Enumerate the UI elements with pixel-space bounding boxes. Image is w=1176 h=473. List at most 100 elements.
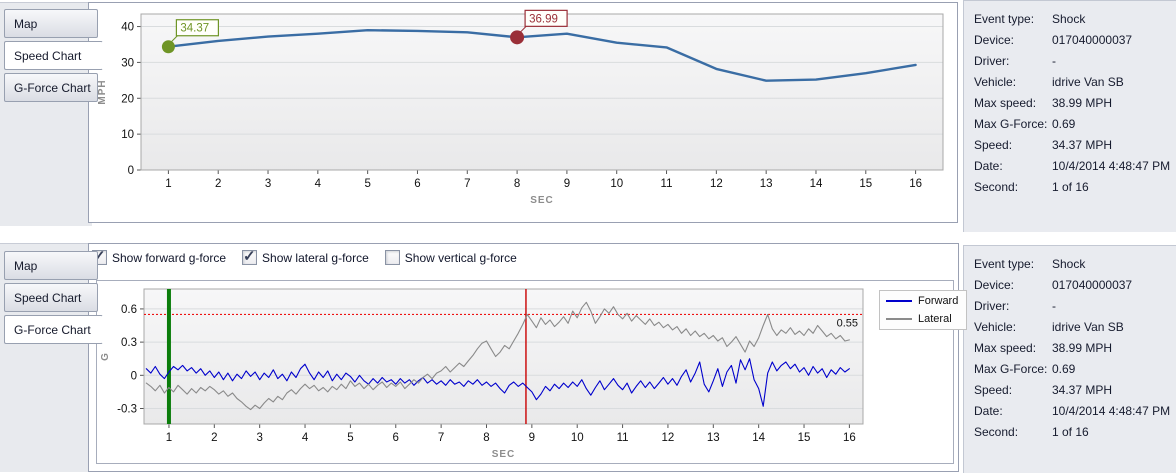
- svg-text:1: 1: [165, 178, 171, 190]
- tab-strip-top: Map Speed Chart G-Force Chart: [4, 9, 89, 105]
- checkbox-icon[interactable]: [242, 250, 257, 265]
- info-value: Shock: [1052, 254, 1085, 275]
- info-label: Driver:: [974, 51, 1052, 72]
- chart-legend: Forward Lateral: [879, 290, 967, 330]
- info-row: Speed: 34.37 MPH: [974, 135, 1176, 156]
- svg-text:8: 8: [514, 178, 520, 190]
- svg-text:0: 0: [128, 165, 134, 177]
- svg-text:6: 6: [393, 432, 399, 444]
- info-label: Event type:: [974, 254, 1052, 275]
- info-value: 38.99 MPH: [1052, 93, 1112, 114]
- gforce-checkbox-row: Show forward g-force Show lateral g-forc…: [92, 250, 517, 265]
- info-value: 34.37 MPH: [1052, 135, 1112, 156]
- info-label: Event type:: [974, 9, 1052, 30]
- svg-text:-0.3: -0.3: [117, 404, 137, 416]
- info-label: Speed:: [974, 135, 1052, 156]
- gforce-content-box: Show forward g-force Show lateral g-forc…: [88, 243, 959, 472]
- svg-text:6: 6: [414, 178, 420, 190]
- tab[interactable]: G-Force Chart: [4, 315, 103, 344]
- svg-text:14: 14: [752, 432, 765, 444]
- info-row: Event type: Shock: [974, 254, 1176, 275]
- info-row: Vehicle: idrive Van SB: [974, 317, 1176, 338]
- svg-text:2: 2: [215, 178, 221, 190]
- tab-strip-bottom: Map Speed Chart G-Force Chart: [4, 251, 89, 347]
- svg-text:14: 14: [810, 178, 823, 190]
- event-info-panel-top: Event type: Shock Device: 017040000037 D…: [963, 0, 1176, 234]
- info-label: Max G-Force:: [974, 359, 1052, 380]
- legend-line-swatch: [886, 318, 912, 320]
- info-row: Driver: -: [974, 296, 1176, 317]
- info-row: Device: 017040000037: [974, 275, 1176, 296]
- info-row: Speed: 34.37 MPH: [974, 380, 1176, 401]
- info-row: Max speed: 38.99 MPH: [974, 93, 1176, 114]
- info-value: -: [1052, 51, 1056, 72]
- gforce-visibility-checkbox[interactable]: Show vertical g-force: [385, 250, 517, 265]
- info-value: idrive Van SB: [1052, 72, 1124, 93]
- info-value: 017040000037: [1052, 30, 1132, 51]
- svg-text:0.6: 0.6: [121, 304, 137, 316]
- speed-chart-box: 0102030401234567891011121314151634.3736.…: [88, 2, 958, 223]
- svg-text:SEC: SEC: [492, 449, 516, 460]
- legend-item: Lateral: [886, 313, 958, 325]
- panel-divider: [0, 232, 1176, 243]
- svg-text:3: 3: [256, 432, 262, 444]
- legend-item: Forward: [886, 295, 958, 307]
- checkbox-label: Show vertical g-force: [405, 251, 517, 265]
- svg-text:11: 11: [661, 178, 673, 190]
- info-label: Second:: [974, 422, 1052, 443]
- tab[interactable]: G-Force Chart: [4, 73, 98, 102]
- info-row: Date: 10/4/2014 4:48:47 PM: [974, 156, 1176, 177]
- info-row: Driver: -: [974, 51, 1176, 72]
- svg-text:8: 8: [483, 432, 489, 444]
- svg-text:10: 10: [610, 178, 623, 190]
- info-row: Vehicle: idrive Van SB: [974, 72, 1176, 93]
- tab[interactable]: Map: [4, 251, 98, 280]
- tab-label: G-Force Chart: [14, 323, 91, 337]
- svg-text:16: 16: [909, 178, 922, 190]
- svg-text:2: 2: [211, 432, 217, 444]
- svg-text:9: 9: [529, 432, 535, 444]
- svg-text:9: 9: [564, 178, 570, 190]
- tab[interactable]: Speed Chart: [4, 283, 98, 312]
- svg-text:G: G: [100, 352, 111, 361]
- info-value: 10/4/2014 4:48:47 PM: [1052, 156, 1170, 177]
- svg-text:SEC: SEC: [530, 195, 554, 206]
- info-value: Shock: [1052, 9, 1085, 30]
- info-row: Device: 017040000037: [974, 30, 1176, 51]
- svg-text:3: 3: [265, 178, 271, 190]
- svg-text:40: 40: [121, 22, 134, 34]
- info-value: 0.69: [1052, 114, 1075, 135]
- gforce-visibility-checkbox[interactable]: Show lateral g-force: [242, 250, 369, 265]
- svg-text:15: 15: [859, 178, 872, 190]
- checkbox-icon[interactable]: [385, 250, 400, 265]
- info-value: 1 of 16: [1052, 177, 1089, 198]
- legend-line-swatch: [886, 300, 912, 302]
- info-label: Device:: [974, 30, 1052, 51]
- svg-text:20: 20: [121, 93, 134, 105]
- tab[interactable]: Speed Chart: [4, 41, 103, 70]
- info-label: Speed:: [974, 380, 1052, 401]
- tab-label: Map: [14, 259, 37, 273]
- legend-label: Forward: [918, 295, 958, 307]
- gforce-chart: -0.300.30.6123456789101112131415160.55GS…: [97, 281, 951, 461]
- svg-text:10: 10: [121, 129, 134, 141]
- info-label: Date:: [974, 156, 1052, 177]
- tab[interactable]: Map: [4, 9, 98, 38]
- info-row: Date: 10/4/2014 4:48:47 PM: [974, 401, 1176, 422]
- gforce-chart-frame: -0.300.30.6123456789101112131415160.55GS…: [96, 280, 954, 464]
- info-value: 38.99 MPH: [1052, 338, 1112, 359]
- svg-text:12: 12: [710, 178, 723, 190]
- info-value: 0.69: [1052, 359, 1075, 380]
- svg-text:5: 5: [347, 432, 353, 444]
- info-value: 34.37 MPH: [1052, 380, 1112, 401]
- tab-label: G-Force Chart: [14, 81, 91, 95]
- info-value: 10/4/2014 4:48:47 PM: [1052, 401, 1170, 422]
- info-label: Vehicle:: [974, 72, 1052, 93]
- app-window: Map Speed Chart G-Force Chart 0102030401…: [0, 0, 1176, 473]
- gforce-visibility-checkbox[interactable]: Show forward g-force: [92, 250, 226, 265]
- info-value: idrive Van SB: [1052, 317, 1124, 338]
- svg-text:0.55: 0.55: [837, 317, 858, 329]
- gforce-panel: Map Speed Chart G-Force Chart Show forwa…: [0, 243, 1176, 473]
- svg-text:13: 13: [707, 432, 720, 444]
- svg-text:11: 11: [617, 432, 629, 444]
